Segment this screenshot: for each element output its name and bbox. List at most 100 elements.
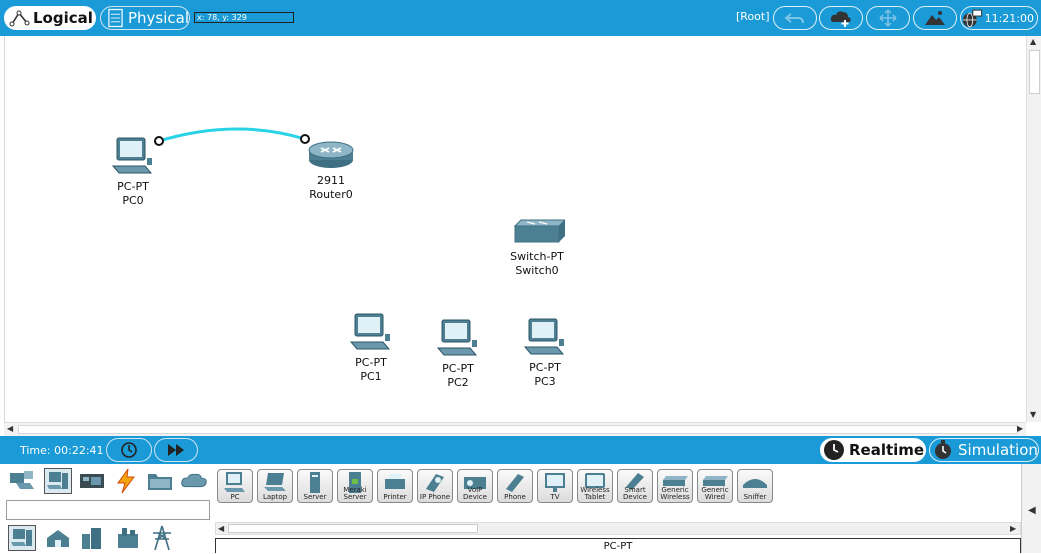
panel-collapse-icon[interactable]: ◀ xyxy=(1028,506,1036,516)
device-name: Router0 xyxy=(309,188,353,201)
subcategory-end-devices[interactable] xyxy=(8,525,36,551)
device-search-input[interactable] xyxy=(6,500,210,520)
device-type-meraki-server[interactable]: Meraki Server xyxy=(337,469,373,503)
viewport-move-button[interactable] xyxy=(866,6,910,30)
workspace-horizontal-scrollbar[interactable]: ◀ ▶ xyxy=(4,422,1026,436)
device-model: Switch-PT xyxy=(510,250,564,263)
phone-icon xyxy=(506,474,524,492)
device-model: 2911 xyxy=(317,174,345,187)
device-type-pc[interactable]: PC xyxy=(217,469,253,503)
category-end-devices[interactable] xyxy=(44,468,72,494)
power-tower-icon xyxy=(153,525,171,551)
device-pc2[interactable]: PC-PT PC2 xyxy=(433,318,483,390)
scroll-right-icon[interactable]: ▶ xyxy=(1017,424,1023,434)
device-model: PC-PT xyxy=(355,356,387,369)
device-pc0[interactable]: PC-PT PC0 xyxy=(108,136,158,208)
simulation-status-bar: Time: 00:22:41 Realtime Simulation xyxy=(0,436,1041,464)
subcategory-home[interactable] xyxy=(44,525,72,551)
logical-view-label: Logical xyxy=(33,9,93,27)
fast-forward-icon xyxy=(168,444,184,456)
device-pc1[interactable]: PC-PT PC1 xyxy=(346,312,396,384)
device-type-label: Server xyxy=(303,493,327,501)
device-type-smart-device[interactable]: Smart Device xyxy=(617,469,653,503)
folder-icon xyxy=(148,474,172,490)
cloud-add-icon xyxy=(830,11,851,27)
scroll-left-icon[interactable]: ◀ xyxy=(7,424,13,434)
device-type-label: Phone xyxy=(504,493,526,501)
category-network-devices[interactable] xyxy=(8,468,36,494)
realtime-label: Realtime xyxy=(849,441,925,459)
simulation-label: Simulation xyxy=(958,441,1038,459)
cloud-icon xyxy=(181,473,207,488)
device-name: PC2 xyxy=(447,376,469,389)
device-list-scroll-thumb[interactable] xyxy=(228,524,478,533)
physical-view-button[interactable]: Physical xyxy=(100,6,190,30)
scroll-up-icon[interactable]: ▲ xyxy=(1030,37,1036,47)
device-type-voip-device[interactable]: VoIP Device xyxy=(457,469,493,503)
device-type-server[interactable]: Server xyxy=(297,469,333,503)
realtime-mode-button[interactable]: Realtime xyxy=(820,438,926,462)
logical-workspace[interactable]: PC-PT PC0 2911 Router0 Switch-PT Switch0 xyxy=(4,36,1026,422)
switch-icon xyxy=(513,219,567,243)
device-type-tv[interactable]: TV xyxy=(537,469,573,503)
scroll-left-icon[interactable]: ◀ xyxy=(218,524,224,534)
vertical-scroll-thumb[interactable] xyxy=(1029,50,1040,94)
logical-view-button[interactable]: Logical xyxy=(4,6,96,30)
device-type-label: Generic Wired xyxy=(701,486,729,501)
factory-icon xyxy=(118,528,138,548)
printer-icon xyxy=(385,474,405,489)
device-type-phone[interactable]: Phone xyxy=(497,469,533,503)
clock-button[interactable]: 11:21:00 xyxy=(960,6,1038,30)
device-type-printer[interactable]: Printer xyxy=(377,469,413,503)
category-miscellaneous[interactable] xyxy=(146,468,174,494)
device-type-generic-wireless[interactable]: Generic Wireless xyxy=(657,469,693,503)
background-image-button[interactable] xyxy=(913,6,957,30)
category-connections[interactable] xyxy=(112,468,140,494)
device-type-label: Sniffer xyxy=(743,493,767,501)
cloud-add-button[interactable] xyxy=(819,6,863,30)
tv-icon xyxy=(545,473,565,492)
workspace-vertical-scrollbar[interactable]: ▲ ▼ xyxy=(1026,36,1041,422)
pc-icon xyxy=(111,137,153,174)
network-devices-icon xyxy=(10,471,34,489)
cursor-coordinates: x: 78, y: 329 xyxy=(194,12,294,23)
clock-time: 11:21:00 xyxy=(984,11,1034,25)
device-type-generic-wired[interactable]: Generic Wired xyxy=(697,469,733,503)
simulation-mode-button[interactable]: Simulation xyxy=(929,438,1039,462)
device-type-label: Laptop xyxy=(262,493,288,501)
ip-phone-icon xyxy=(426,474,444,492)
device-type-ip-phone[interactable]: IP Phone xyxy=(417,469,453,503)
subcategory-power-grid[interactable] xyxy=(148,525,176,551)
category-multiuser[interactable] xyxy=(180,468,208,494)
device-type-laptop[interactable]: Laptop xyxy=(257,469,293,503)
subcategory-industrial[interactable] xyxy=(114,525,142,551)
device-type-sniffer[interactable]: Sniffer xyxy=(737,469,773,503)
device-model: PC-PT xyxy=(442,362,474,375)
home-icon xyxy=(47,530,69,547)
pc-icon xyxy=(523,318,565,355)
scroll-right-icon[interactable]: ▶ xyxy=(1010,524,1016,534)
device-type-wireless-tablet[interactable]: Wireless Tablet xyxy=(577,469,613,503)
device-pc3[interactable]: PC-PT PC3 xyxy=(520,317,570,389)
device-router0[interactable]: 2911 Router0 xyxy=(305,138,357,202)
fast-forward-button[interactable] xyxy=(154,438,198,462)
device-name: PC1 xyxy=(360,370,382,383)
device-switch0[interactable]: Switch-PT Switch0 xyxy=(503,218,571,278)
move-arrows-icon xyxy=(879,9,897,27)
power-cycle-button[interactable] xyxy=(106,438,152,462)
scroll-down-icon[interactable]: ▼ xyxy=(1030,410,1036,420)
device-type-panel: PC Laptop Server Meraki Server Printer I… xyxy=(0,464,1041,553)
pc-icon xyxy=(349,313,391,350)
horizontal-scroll-thumb[interactable] xyxy=(18,425,1018,434)
rack-icon xyxy=(108,8,123,28)
category-components[interactable] xyxy=(78,468,106,494)
device-type-label: Meraki Server xyxy=(343,486,367,501)
logical-topology-icon xyxy=(9,10,30,27)
device-list-scrollbar[interactable]: ◀ ▶ xyxy=(215,522,1021,535)
subcategory-smart-city[interactable] xyxy=(78,525,106,551)
device-model: PC-PT xyxy=(117,180,149,193)
device-type-label: VoIP Device xyxy=(463,486,487,501)
back-button[interactable] xyxy=(773,6,817,30)
root-label[interactable]: [Root] xyxy=(736,10,770,23)
top-toolbar: Logical Physical x: 78, y: 329 [Root] 11… xyxy=(0,0,1041,36)
